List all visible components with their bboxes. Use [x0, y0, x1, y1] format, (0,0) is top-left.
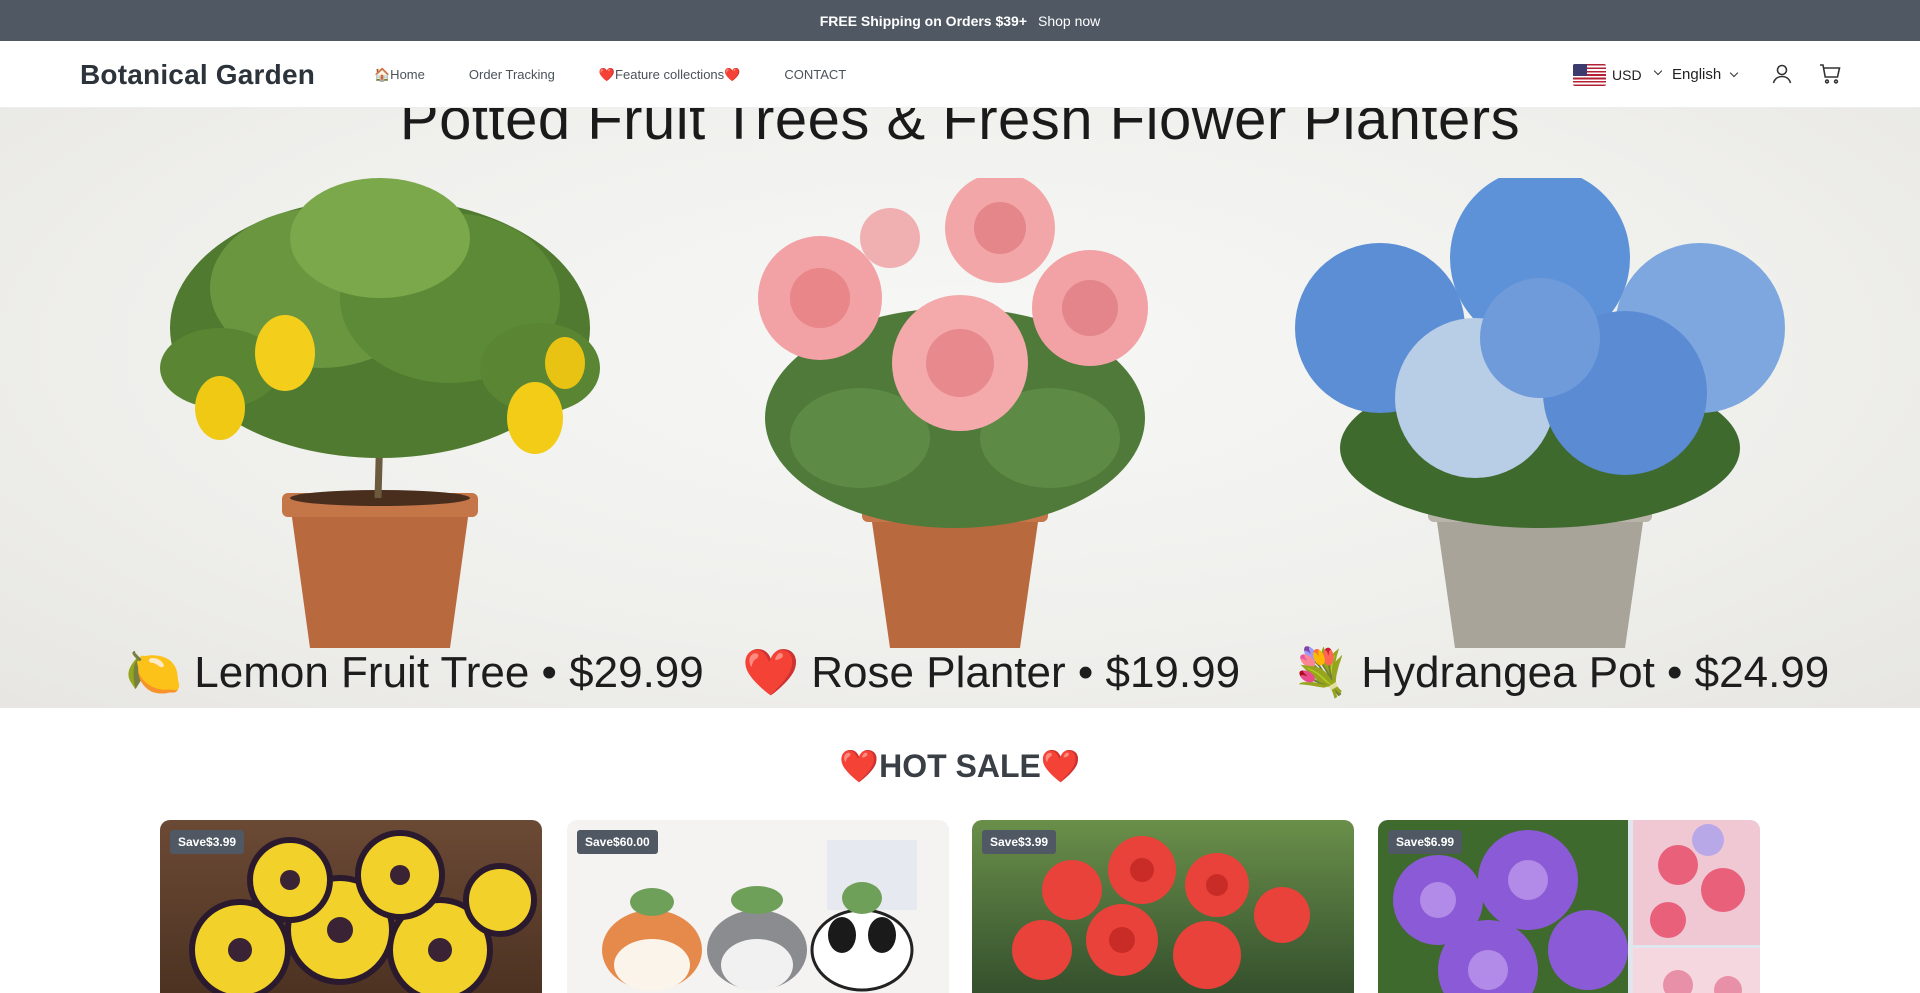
shop-now-link[interactable]: Shop now: [1038, 13, 1100, 29]
lemon-icon: 🍋: [125, 646, 183, 698]
site-header: Botanical Garden 🏠Home Order Tracking ❤️…: [0, 41, 1920, 108]
currency-selector[interactable]: USD: [1573, 64, 1642, 86]
main-nav: 🏠Home Order Tracking ❤️Feature collectio…: [374, 67, 846, 83]
save-badge: Save$60.00: [577, 830, 658, 854]
account-icon[interactable]: [1770, 62, 1794, 86]
lemon-tree-image: [160, 178, 600, 648]
chevron-down-icon[interactable]: [1653, 66, 1663, 76]
hero-title: Potted Fruit Trees & Fresh Flower Plante…: [399, 108, 1521, 152]
language-selector[interactable]: English: [1672, 66, 1739, 83]
site-logo[interactable]: Botanical Garden: [80, 59, 315, 91]
us-flag-icon: [1573, 64, 1606, 86]
nav-home[interactable]: 🏠Home: [374, 67, 425, 83]
hero-caption-text: Rose Planter • $19.99: [811, 647, 1241, 697]
hot-sale-title: ❤️HOT SALE❤️: [839, 748, 1081, 784]
product-card[interactable]: Save$3.99: [160, 820, 542, 993]
save-badge: Save$3.99: [982, 830, 1057, 854]
hero-banner[interactable]: Potted Fruit Trees & Fresh Flower Plante…: [0, 108, 1920, 708]
product-card[interactable]: Save$6.99: [1378, 820, 1760, 993]
save-badge: Save$6.99: [1388, 830, 1463, 854]
announcement-bar: FREE Shipping on Orders $39+ Shop now: [0, 0, 1920, 41]
hero-caption-text: Hydrangea Pot • $24.99: [1361, 647, 1830, 697]
hydrangea-pot-image: [1295, 178, 1785, 648]
announcement-text: FREE Shipping on Orders $39+: [819, 12, 1028, 29]
currency-label: USD: [1612, 67, 1642, 83]
chevron-down-icon: [1729, 68, 1739, 78]
product-card[interactable]: Save$60.00: [567, 820, 949, 993]
nav-order-tracking[interactable]: Order Tracking: [469, 67, 555, 83]
nav-contact[interactable]: CONTACT: [784, 67, 846, 83]
product-card[interactable]: Save$3.99: [972, 820, 1354, 993]
hero-caption-hydrangea: 💐 Hydrangea Pot • $24.99: [1292, 645, 1829, 700]
hero-caption-lemon: 🍋 Lemon Fruit Tree • $29.99: [125, 645, 704, 700]
nav-feature-collections[interactable]: ❤️Feature collections❤️: [599, 67, 740, 83]
language-label: English: [1672, 66, 1722, 83]
cart-icon[interactable]: [1818, 62, 1842, 86]
save-badge: Save$3.99: [170, 830, 245, 854]
rose-planter-image: [758, 178, 1148, 648]
heart-icon: ❤️: [742, 646, 800, 698]
hero-caption-rose: ❤️ Rose Planter • $19.99: [742, 645, 1240, 700]
bouquet-icon: 💐: [1292, 646, 1350, 698]
hero-caption-text: Lemon Fruit Tree • $29.99: [194, 647, 704, 697]
